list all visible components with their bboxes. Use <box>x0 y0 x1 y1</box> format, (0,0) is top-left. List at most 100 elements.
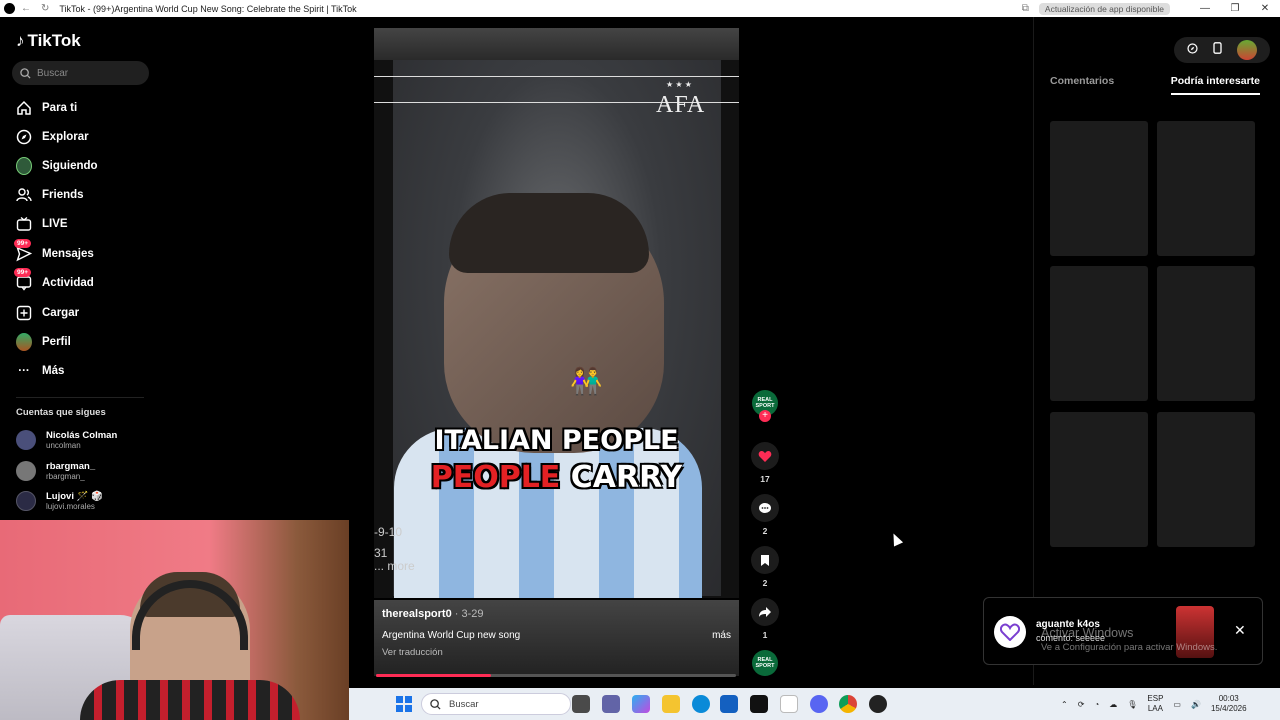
sidebar-item-cargar[interactable]: Cargar <box>16 302 79 324</box>
tiktok-logo[interactable]: ♪ TikTok <box>16 31 81 51</box>
video-progress-bar[interactable] <box>376 674 736 677</box>
file-explorer-icon[interactable] <box>662 695 680 713</box>
phone-icon[interactable] <box>1213 41 1222 59</box>
right-panel: Comentarios Podría interesarte <box>1033 17 1280 685</box>
back-icon[interactable]: ← <box>21 3 31 14</box>
copilot-icon[interactable] <box>632 695 650 713</box>
sidebar-item-live[interactable]: LIVE <box>16 213 68 235</box>
video-player[interactable]: ★ ★ ★ AFA 👫 ITALIAN PEOPLE PEOPLE CARRY … <box>374 28 739 677</box>
update-available-button[interactable]: Actualización de app disponible <box>1038 2 1170 15</box>
sidebar-divider <box>16 397 144 398</box>
chrome-icon[interactable] <box>839 695 857 713</box>
search-icon <box>20 67 31 79</box>
sidebar-item-friends[interactable]: Friends <box>16 184 84 206</box>
windows-taskbar: Buscar ⌃ ⟳ ◔ ☁ 🎙 ESP LAA ▭ 🔊 00:03 15/4/20… <box>349 688 1280 720</box>
chevron-up-icon[interactable]: ⌃ <box>1061 700 1068 709</box>
compass-icon[interactable] <box>1187 41 1198 59</box>
more-icon: ··· <box>18 365 30 377</box>
suggestion-tile[interactable] <box>1157 412 1255 547</box>
save-button[interactable]: 2 <box>749 546 781 588</box>
close-icon[interactable]: ✕ <box>1234 622 1246 639</box>
profile-avatar-icon[interactable] <box>1236 40 1257 60</box>
sidebar-item-perfil[interactable]: Perfil <box>16 331 71 353</box>
network-icon[interactable]: ◔ <box>1094 700 1099 709</box>
tab-suggestions[interactable]: Podría interesarte <box>1170 75 1260 95</box>
suggestion-tile[interactable] <box>1050 121 1148 256</box>
translate-link[interactable]: Ver traducción <box>382 647 731 658</box>
mouse-cursor <box>888 531 904 547</box>
microphone-icon[interactable]: 🎙 <box>1127 700 1137 709</box>
avatar <box>16 491 36 511</box>
sidebar-item-actividad[interactable]: 99+ Actividad <box>14 268 94 294</box>
video-caption-line1: ITALIAN PEOPLE <box>434 425 679 456</box>
share-button[interactable]: 1 <box>749 598 781 640</box>
upload-icon <box>16 305 32 321</box>
player-hair <box>449 193 649 273</box>
sound-avatar-button[interactable]: REAL SPORT <box>749 650 781 676</box>
more-link[interactable]: más <box>712 630 731 641</box>
tiktok-taskbar-icon[interactable] <box>750 695 768 713</box>
share-count: 1 <box>762 630 768 640</box>
like-button[interactable]: 17 <box>749 442 781 484</box>
creator-avatar-button[interactable]: REAL SPORT + <box>749 390 781 422</box>
followed-account-rbargman[interactable]: rbargman_ rbargman_ <box>16 461 95 481</box>
sound-avatar: REAL SPORT <box>752 650 778 676</box>
edge-icon[interactable] <box>692 695 710 713</box>
live-tv-icon <box>16 216 32 232</box>
close-window-icon[interactable]: ✕ <box>1250 3 1280 14</box>
caption-red-word: PEOPLE <box>430 460 561 495</box>
followed-account-nicolas[interactable]: Nicolás Colman uncolman <box>16 430 117 450</box>
sidebar-item-explorar[interactable]: Explorar <box>16 126 89 148</box>
sidebar-item-para-ti[interactable]: Para ti <box>16 97 77 119</box>
profile-avatar-icon <box>16 333 32 351</box>
search-input[interactable]: Buscar <box>12 61 149 85</box>
right-tabs: Comentarios Podría interesarte <box>1050 75 1260 95</box>
tiktok-notification-icon <box>994 616 1026 648</box>
author-link[interactable]: therealsport0 <box>382 608 452 620</box>
video-caption-line2: PEOPLE CARRY <box>374 460 739 495</box>
app-icon[interactable] <box>869 695 887 713</box>
tiktok-app-icon <box>4 3 15 14</box>
sync-icon[interactable]: ⟳ <box>1078 700 1085 709</box>
discord-icon[interactable] <box>810 695 828 713</box>
follow-plus-icon[interactable]: + <box>759 410 771 422</box>
suggestion-tile[interactable] <box>1157 266 1255 401</box>
onedrive-icon[interactable]: ☁ <box>1109 700 1117 709</box>
reload-icon[interactable]: ↻ <box>41 3 49 14</box>
home-icon <box>16 100 32 116</box>
avatar <box>16 430 36 450</box>
clock[interactable]: 00:03 15/4/2026 <box>1211 694 1247 714</box>
display-icon[interactable]: ▭ <box>1173 700 1181 709</box>
suggestion-tile[interactable] <box>1157 121 1255 256</box>
volume-icon[interactable]: 🔊 <box>1191 700 1201 709</box>
extensions-icon[interactable]: ⧉ <box>1022 3 1029 14</box>
language-indicator[interactable]: ESP LAA <box>1147 694 1163 714</box>
search-icon <box>430 698 441 710</box>
sidebar-item-mensajes[interactable]: 99+ Mensajes <box>14 239 94 265</box>
afa-stars: ★ ★ ★ <box>666 80 692 89</box>
notepad-icon[interactable] <box>780 695 798 713</box>
suggestion-tile[interactable] <box>1050 412 1148 547</box>
task-view-icon[interactable] <box>572 695 590 713</box>
sidebar-item-siguiendo[interactable]: Siguiendo <box>16 155 98 177</box>
friends-icon <box>16 187 32 203</box>
webcam-overlay <box>0 520 349 720</box>
suggestion-tile[interactable] <box>1050 266 1148 401</box>
maximize-icon[interactable]: ❐ <box>1220 3 1250 14</box>
followed-account-lujovi[interactable]: Lujovi 🪄 🎲 lujovi.morales <box>16 491 103 511</box>
minimize-icon[interactable]: — <box>1190 3 1220 14</box>
taskbar-search[interactable]: Buscar <box>421 693 571 715</box>
teams-icon[interactable] <box>602 695 620 713</box>
comment-button[interactable]: 2 <box>749 494 781 536</box>
store-icon[interactable] <box>720 695 738 713</box>
watermark-line2: Ve a Configuración para activar Windows. <box>1041 642 1218 653</box>
tab-comments[interactable]: Comentarios <box>1050 75 1114 95</box>
sidebar-item-mas[interactable]: ··· Más <box>16 360 64 382</box>
windows-start-icon[interactable] <box>396 696 412 712</box>
comment-count: 2 <box>762 526 768 536</box>
tiktok-note-icon: ♪ <box>16 31 25 50</box>
video-line <box>374 76 739 77</box>
system-tray: ⌃ ⟳ ◔ ☁ 🎙 ESP LAA ▭ 🔊 00:03 15/4/2026 <box>1061 688 1247 720</box>
video-frame[interactable]: ★ ★ ★ AFA 👫 ITALIAN PEOPLE PEOPLE CARRY … <box>374 28 739 598</box>
overlay-more-link[interactable]: ... more <box>374 559 415 573</box>
